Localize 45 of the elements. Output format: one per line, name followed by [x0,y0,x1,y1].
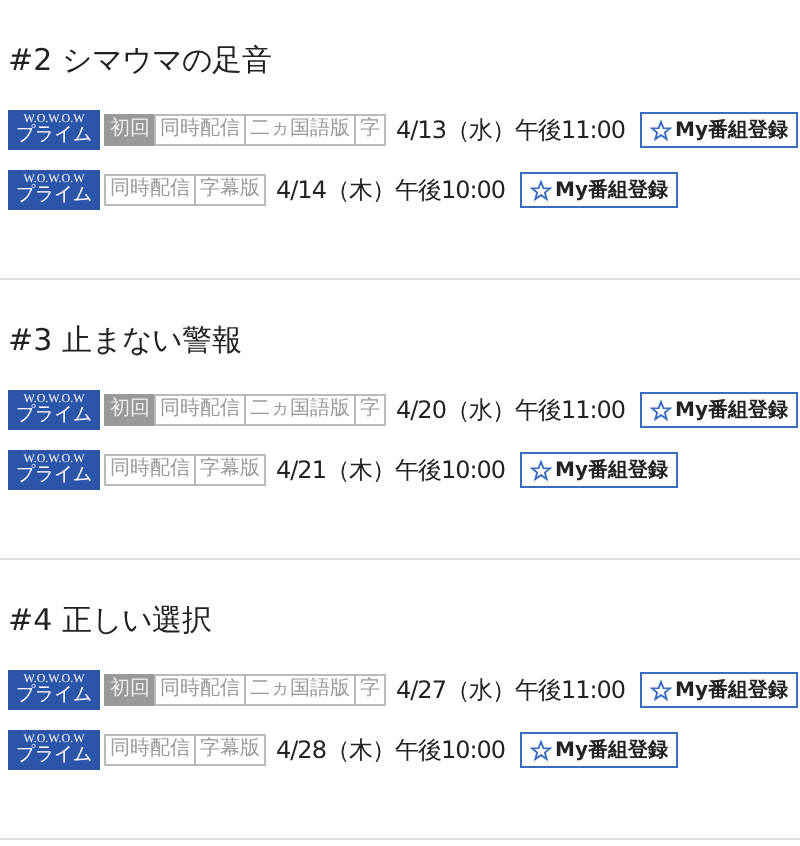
tag: 同時配信 [154,674,246,706]
air-datetime: 4/28（木）午後10:00 [276,733,506,767]
tag: 二ヵ国語版 [244,394,356,426]
logo-subtext: プライム [16,466,92,486]
tag: 二ヵ国語版 [244,674,356,706]
tag: 同時配信 [104,734,196,766]
star-icon [649,119,672,141]
episode-title: #4 正しい選択 [8,602,212,640]
tag: 初回 [104,114,156,146]
tag: 字 [354,674,386,706]
logo-subtext: プライム [16,746,92,766]
tag: 初回 [104,674,156,706]
episode-title: #3 止まない警報 [8,322,242,360]
air-datetime: 4/13（水）午後11:00 [396,113,626,147]
register-button[interactable]: My番組登録 [639,672,799,708]
tag: 同時配信 [104,454,196,486]
star-icon [529,739,552,761]
register-button[interactable]: My番組登録 [639,392,799,428]
tag: 字 [354,114,386,146]
air-datetime: 4/20（水）午後11:00 [396,393,626,427]
air-datetime: 4/27（水）午後11:00 [396,673,626,707]
star-icon [649,399,672,421]
tag: 字 [354,394,386,426]
tag: 字幕版 [194,734,266,766]
logo-subtext: プライム [16,406,92,426]
tag: 二ヵ国語版 [244,114,356,146]
air-datetime: 4/21（木）午後10:00 [276,453,506,487]
logo-subtext: プライム [16,126,92,146]
air-datetime: 4/14（木）午後10:00 [276,173,506,207]
register-button[interactable]: My番組登録 [519,732,679,768]
register-button[interactable]: My番組登録 [519,452,679,488]
star-icon [529,179,552,201]
register-button[interactable]: My番組登録 [519,172,679,208]
tag: 同時配信 [154,114,246,146]
tag: 同時配信 [154,394,246,426]
register-button[interactable]: My番組登録 [639,112,799,148]
logo-subtext: プライム [16,186,92,206]
star-icon [529,459,552,481]
star-icon [649,679,672,701]
tag: 初回 [104,394,156,426]
tag: 字幕版 [194,174,266,206]
episode-title: #2 シマウマの足音 [8,42,272,80]
tag: 字幕版 [194,454,266,486]
tag: 同時配信 [104,174,196,206]
logo-subtext: プライム [16,686,92,706]
